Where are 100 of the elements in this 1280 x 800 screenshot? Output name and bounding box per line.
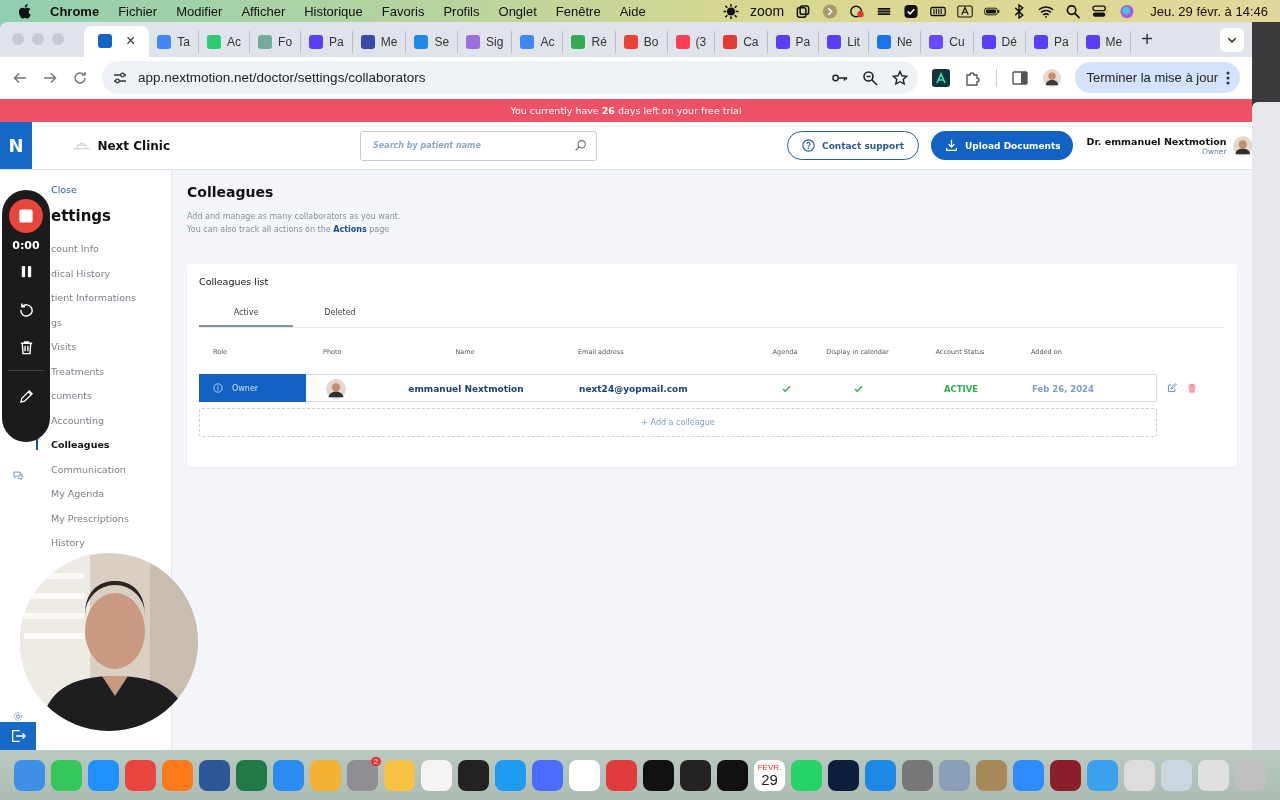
menu-item[interactable]: Favoris xyxy=(381,3,425,19)
wifi-icon[interactable] xyxy=(1038,3,1055,19)
menu-item[interactable]: Modifier xyxy=(176,3,223,19)
settings-icon[interactable] xyxy=(11,710,25,722)
browser-tab[interactable]: Me xyxy=(352,30,407,53)
browser-tab[interactable]: Pa xyxy=(767,30,820,53)
pencil-icon[interactable] xyxy=(18,389,34,404)
menu-item[interactable]: Onglet xyxy=(498,3,537,19)
browser-tab[interactable]: Me xyxy=(1077,30,1132,53)
close-tab-button[interactable]: × xyxy=(126,32,136,51)
logout-button[interactable] xyxy=(0,721,36,750)
sun-icon[interactable] xyxy=(722,3,739,19)
browser-tab[interactable]: Bo xyxy=(615,30,668,53)
delete-icon[interactable] xyxy=(1187,383,1197,393)
settings-menu-item[interactable]: tient Informations xyxy=(51,292,171,303)
table-row[interactable]: Owner emmanuel Nextmotion next24@yopmail.com ACTIVE Feb 26, 2024 xyxy=(199,374,1157,402)
browser-tab[interactable]: Ré xyxy=(563,30,616,53)
info-icon xyxy=(213,383,223,393)
browser-tab[interactable]: Ne xyxy=(868,30,922,53)
user-avatar[interactable] xyxy=(1232,134,1252,157)
zoom-status-text[interactable]: zoom xyxy=(749,3,785,19)
star-icon[interactable] xyxy=(891,69,908,86)
settings-menu-item[interactable]: History xyxy=(51,537,171,548)
app-icon[interactable]: 2 xyxy=(347,759,378,791)
menu-item[interactable]: Afficher xyxy=(241,3,286,19)
app-icon[interactable] xyxy=(828,759,859,791)
new-tab-button[interactable]: + xyxy=(1141,27,1153,51)
settings-menu-item[interactable]: My Prescriptions xyxy=(51,512,171,524)
keyboard-input-icon[interactable] xyxy=(957,3,974,19)
menu-item[interactable]: Fenêtre xyxy=(555,3,601,19)
app-icon[interactable] xyxy=(458,759,489,791)
restart-icon[interactable] xyxy=(18,302,34,317)
browser-tab[interactable]: Ac xyxy=(199,30,251,53)
trash-icon[interactable] xyxy=(18,340,34,355)
clock-text[interactable]: Jeu. 29 févr. à 14:46 xyxy=(1150,3,1268,19)
page-description: Add and manage as many collaborators as you want. xyxy=(187,212,402,221)
upload-documents-button[interactable]: Upload Documents xyxy=(930,131,1073,160)
settings-menu-item[interactable]: Communication xyxy=(51,463,171,475)
name-cell[interactable]: emmanuel Nextmotion xyxy=(366,383,566,394)
menu-item[interactable]: Profils xyxy=(443,3,480,19)
settings-menu-item[interactable]: count Info xyxy=(51,243,171,254)
play-circle-icon[interactable] xyxy=(822,3,839,19)
profile-avatar[interactable] xyxy=(1042,68,1061,87)
app-icon[interactable] xyxy=(680,759,711,791)
siri-icon[interactable] xyxy=(1119,3,1136,19)
browser-tab[interactable]: Ca xyxy=(715,30,768,53)
app-icon[interactable] xyxy=(1050,759,1081,791)
reload-icon[interactable] xyxy=(72,69,88,86)
browser-tab[interactable]: Pa xyxy=(1025,30,1078,53)
side-panel-icon[interactable] xyxy=(1010,68,1029,87)
browser-tab[interactable]: × xyxy=(84,25,150,57)
menu-item[interactable]: Historique xyxy=(304,3,363,19)
notification-badge: 2 xyxy=(370,756,381,766)
address-field[interactable]: app.nextmotion.net/doctor/settings/collaborators xyxy=(102,61,918,95)
browser-tab[interactable]: Se xyxy=(406,30,459,53)
browser-tab[interactable]: Sig xyxy=(458,30,513,53)
menu-item[interactable]: Fichier xyxy=(118,3,158,19)
window-icon[interactable] xyxy=(795,3,812,19)
settings-menu-item[interactable]: gs xyxy=(51,316,171,328)
search-field[interactable]: Search by patient name xyxy=(360,130,598,161)
browser-tab[interactable]: Lit xyxy=(819,30,869,53)
calendar-app-icon[interactable]: FÉVR. 29 xyxy=(754,759,785,791)
update-button[interactable]: Terminer la mise à jour xyxy=(1074,62,1240,94)
zoom-out-icon[interactable] xyxy=(861,69,878,86)
more-icon[interactable] xyxy=(1226,70,1230,85)
browser-tab[interactable]: Ta xyxy=(149,30,200,53)
app-icon[interactable] xyxy=(643,759,674,791)
extension-app-icon[interactable] xyxy=(931,68,950,87)
role-text: Owner xyxy=(232,383,259,393)
settings-menu-item[interactable]: cuments xyxy=(51,390,171,401)
settings-menu-item[interactable]: My Agenda xyxy=(51,488,171,499)
contact-support-button[interactable]: Contact support xyxy=(787,131,919,160)
chat-icon[interactable] xyxy=(11,470,25,481)
settings-menu-item[interactable]: Treatments xyxy=(51,365,171,377)
chevron-down-icon[interactable] xyxy=(1220,27,1244,52)
app-logo[interactable]: N xyxy=(0,122,32,169)
stop-record-button[interactable] xyxy=(9,199,43,233)
close-link[interactable]: Close xyxy=(51,184,171,195)
browser-tab[interactable]: Ac xyxy=(512,30,564,53)
menu-item[interactable]: Chrome xyxy=(50,3,100,19)
edit-icon[interactable] xyxy=(1167,383,1177,393)
control-center-icon[interactable] xyxy=(1092,3,1109,19)
browser-tab[interactable]: Dé xyxy=(973,30,1026,53)
list-tab[interactable]: Active xyxy=(199,308,293,327)
apple-icon[interactable] xyxy=(18,3,31,19)
list-tab[interactable]: Deleted xyxy=(293,308,387,327)
app-icon[interactable] xyxy=(717,759,748,791)
browser-tab[interactable]: (3 xyxy=(667,30,716,53)
email-cell[interactable]: next24@yopmail.com xyxy=(566,383,761,394)
settings-menu-item[interactable]: dical History xyxy=(51,267,171,279)
browser-tab[interactable]: Cu xyxy=(921,30,974,53)
help-icon xyxy=(802,139,816,152)
actions-hint: You can also track all actions on the Actions page xyxy=(187,225,391,234)
browser-tab[interactable]: Fo xyxy=(250,30,302,53)
settings-menu-item[interactable]: Accounting xyxy=(51,414,171,426)
search-icon[interactable] xyxy=(1065,3,1082,19)
settings-menu-item[interactable]: Visits xyxy=(51,341,171,352)
menu-item[interactable]: Aide xyxy=(619,3,646,19)
browser-tab[interactable]: Pa xyxy=(301,30,353,53)
check-icon[interactable] xyxy=(903,3,920,19)
